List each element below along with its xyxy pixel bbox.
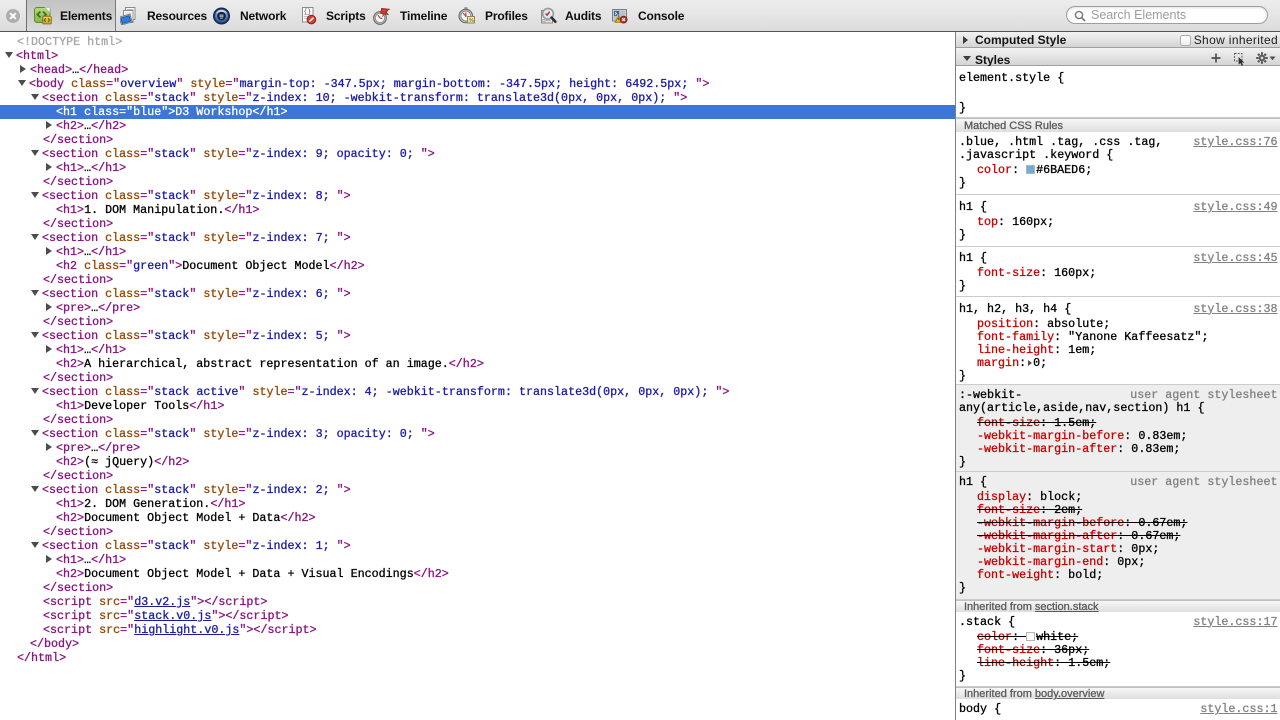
svg-text:%: % bbox=[469, 18, 474, 24]
svg-text:{}: {} bbox=[303, 8, 311, 15]
